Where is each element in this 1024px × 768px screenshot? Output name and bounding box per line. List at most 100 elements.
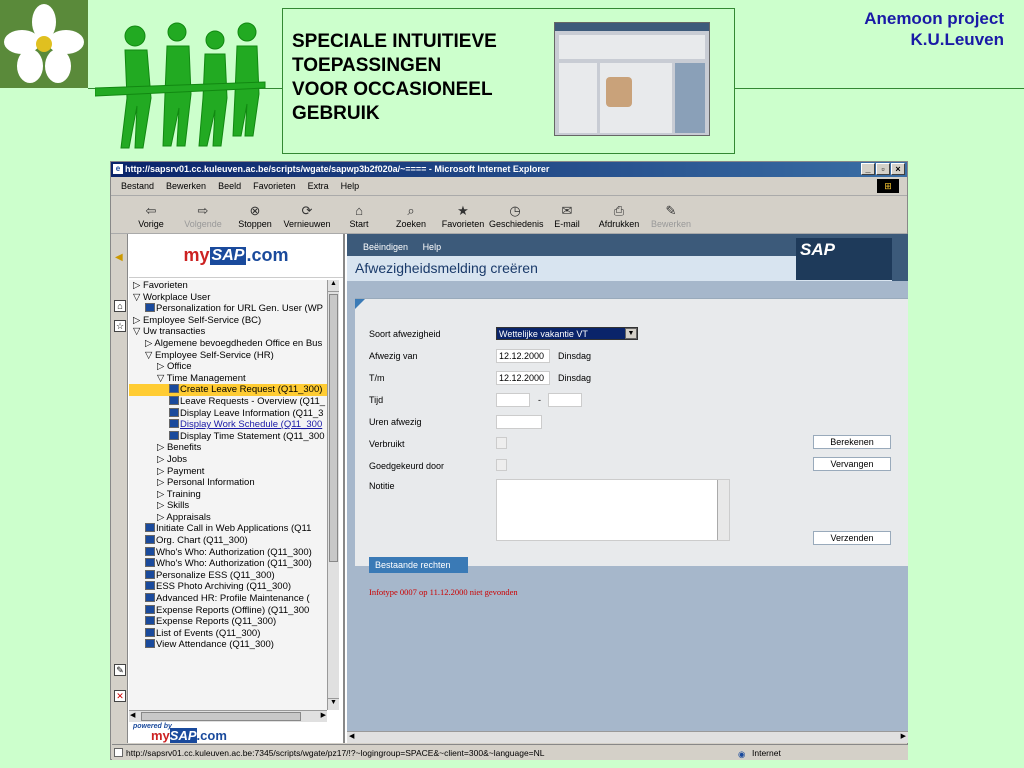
- menu-extra[interactable]: Extra: [308, 181, 329, 191]
- tree-item[interactable]: ▽ Workplace User: [129, 292, 327, 304]
- home-button[interactable]: ⌂ Start: [333, 203, 385, 229]
- tree-item-label: Employee Self-Service (BC): [142, 314, 262, 326]
- tree-item[interactable]: Initiate Call in Web Applications (Q11: [129, 523, 327, 535]
- tree-item[interactable]: Expense Reports (Q11_300): [129, 616, 327, 628]
- maximize-button[interactable]: ▫: [876, 163, 890, 175]
- tree-item[interactable]: ▷ Favorieten: [129, 280, 327, 292]
- existing-entitlements-button[interactable]: Bestaande rechten: [369, 557, 468, 573]
- tree-item[interactable]: Display Leave Information (Q11_3: [129, 407, 327, 420]
- tree-item[interactable]: ▷ Jobs: [129, 454, 327, 466]
- time-from-input[interactable]: [496, 393, 530, 407]
- tree-item[interactable]: Personalization for URL Gen. User (WP: [129, 303, 327, 315]
- tree-item-label: Favorieten: [142, 280, 188, 291]
- tree-item[interactable]: Expense Reports (Offline) (Q11_300: [129, 604, 327, 617]
- tree-item[interactable]: Display Work Schedule (Q11_300: [129, 419, 327, 431]
- collapse-arrow-icon[interactable]: ◀: [115, 252, 123, 263]
- tree-item-label: Office: [166, 361, 192, 373]
- verzenden-button[interactable]: Verzenden: [813, 531, 891, 545]
- day-to-text: Dinsdag: [558, 373, 592, 383]
- close-button[interactable]: ×: [891, 163, 905, 175]
- menu-beeld[interactable]: Beeld: [218, 181, 241, 191]
- menu-bestand[interactable]: Bestand: [121, 181, 154, 191]
- home-portal-icon[interactable]: ⌂: [114, 300, 126, 312]
- chevron-down-icon[interactable]: ▼: [625, 328, 637, 339]
- tree-item[interactable]: Display Time Statement (Q11_300: [129, 430, 327, 443]
- transaction-icon: [145, 639, 155, 649]
- time-separator: -: [538, 395, 541, 405]
- transaction-icon: [145, 535, 155, 545]
- menu-help[interactable]: Help: [341, 181, 360, 191]
- favorites-portal-icon[interactable]: ☆: [114, 320, 126, 332]
- tree-item[interactable]: ▷ Benefits: [129, 442, 327, 454]
- hours-absent-input[interactable]: [496, 415, 542, 429]
- mysap-logo: my SAP .com: [129, 234, 343, 278]
- tree-item[interactable]: ▷ Payment: [129, 466, 327, 478]
- menu-beeindigen[interactable]: Beëindigen: [363, 242, 408, 252]
- tree-item[interactable]: Leave Requests - Overview (Q11_: [129, 395, 327, 408]
- tree-item[interactable]: List of Events (Q11_300): [129, 627, 327, 640]
- vervangen-button[interactable]: Vervangen: [813, 457, 891, 471]
- tree-item[interactable]: Org. Chart (Q11_300): [129, 535, 327, 547]
- date-from-input[interactable]: 12.12.2000: [496, 349, 550, 363]
- stop-button[interactable]: ⊗ Stoppen: [229, 203, 281, 229]
- transaction-icon: [169, 384, 179, 394]
- tree-item[interactable]: Create Leave Request (Q11_300): [129, 384, 327, 396]
- collapse-arrow-icon: ▽: [157, 372, 167, 384]
- tree-horizontal-scrollbar[interactable]: ◀ ▶: [129, 710, 327, 722]
- delete-portal-icon[interactable]: ✕: [114, 690, 126, 702]
- tree-item-label: View Attendance (Q11_300): [156, 639, 274, 651]
- transaction-icon: [145, 593, 155, 603]
- favorites-button[interactable]: ★ Favorieten: [437, 203, 489, 229]
- date-to-input[interactable]: 12.12.2000: [496, 371, 550, 385]
- tree-item[interactable]: Personalize ESS (Q11_300): [129, 569, 327, 582]
- tree-item[interactable]: ▷ Appraisals: [129, 512, 327, 524]
- tree-item[interactable]: ▷ Employee Self-Service (BC): [129, 315, 327, 327]
- search-button[interactable]: ⌕ Zoeken: [385, 203, 437, 229]
- tree-item[interactable]: ▷ Skills: [129, 500, 327, 512]
- tree-item[interactable]: Advanced HR: Profile Maintenance (: [129, 593, 327, 605]
- tree-item[interactable]: View Attendance (Q11_300): [129, 639, 327, 651]
- forward-button[interactable]: ⇨ Volgende: [177, 203, 229, 229]
- berekenen-button[interactable]: Berekenen: [813, 435, 891, 449]
- back-button[interactable]: ⇦ Vorige: [125, 203, 177, 229]
- tree-item-label: Expense Reports (Offline) (Q11_300: [156, 604, 310, 616]
- tree-item-label: Jobs: [166, 453, 188, 465]
- menu-bewerken[interactable]: Bewerken: [166, 181, 206, 191]
- tree-item[interactable]: ESS Photo Archiving (Q11_300): [129, 581, 327, 593]
- tree-item[interactable]: ▷ Training: [129, 489, 327, 501]
- tree-item[interactable]: Who's Who: Authorization (Q11_300): [129, 546, 327, 559]
- flower-photo: [0, 0, 88, 88]
- status-message: Infotype 0007 op 11.12.2000 niet gevonde…: [369, 587, 518, 597]
- page-content: ◀ ⌂ ☆ ✎ ✕ my SAP .com ▷ Favorieten ▽ Workpl…: [112, 234, 908, 743]
- tree-item-label: Who's Who: Authorization (Q11_300): [156, 558, 312, 570]
- label-goedgekeurd-door: Goedgekeurd door: [369, 461, 445, 471]
- tree-item[interactable]: ▷ Office: [129, 361, 327, 373]
- sap-thumbnail-image: [554, 22, 710, 136]
- tree-item[interactable]: ▽ Uw transacties: [129, 326, 327, 338]
- time-to-input[interactable]: [548, 393, 582, 407]
- tree-item[interactable]: ▽ Time Management: [129, 373, 327, 385]
- note-textarea[interactable]: [496, 479, 730, 541]
- edit-icon: ✎: [665, 203, 677, 218]
- tree-vertical-scrollbar[interactable]: ▲ ▼: [327, 280, 339, 710]
- menu-help-sap[interactable]: Help: [423, 242, 442, 252]
- expand-arrow-icon: ▷: [133, 314, 143, 326]
- mail-button[interactable]: ✉ E-mail: [541, 203, 593, 229]
- history-icon: ◷: [509, 203, 521, 218]
- tree-item[interactable]: ▽ Employee Self-Service (HR): [129, 350, 327, 362]
- history-button[interactable]: ◷ Geschiedenis: [489, 203, 544, 229]
- edit-button[interactable]: ✎ Bewerken: [645, 203, 697, 229]
- menu-favorieten[interactable]: Favorieten: [253, 181, 296, 191]
- browser-window: e http://sapsrv01.cc.kuleuven.ac.be/scri…: [110, 161, 908, 760]
- refresh-button[interactable]: ⟳ Vernieuwen: [281, 203, 333, 229]
- approved-by-readonly-field: [496, 459, 507, 471]
- tree-item[interactable]: Who's Who: Authorization (Q11_300): [129, 558, 327, 570]
- tree-item[interactable]: ▷ Algemene bevoegdheden Office en Bus: [129, 338, 327, 350]
- absence-type-select[interactable]: Wettelijke vakantie VT: [496, 327, 638, 340]
- minimize-button[interactable]: _: [861, 163, 875, 175]
- print-button[interactable]: ⎙ Afdrukken: [593, 203, 645, 229]
- tree-item-label: Advanced HR: Profile Maintenance (: [156, 593, 310, 605]
- tree-item[interactable]: ▷ Personal Information: [129, 477, 327, 489]
- settings-portal-icon[interactable]: ✎: [114, 664, 126, 676]
- main-horizontal-scrollbar[interactable]: ◀ ▶: [347, 731, 908, 743]
